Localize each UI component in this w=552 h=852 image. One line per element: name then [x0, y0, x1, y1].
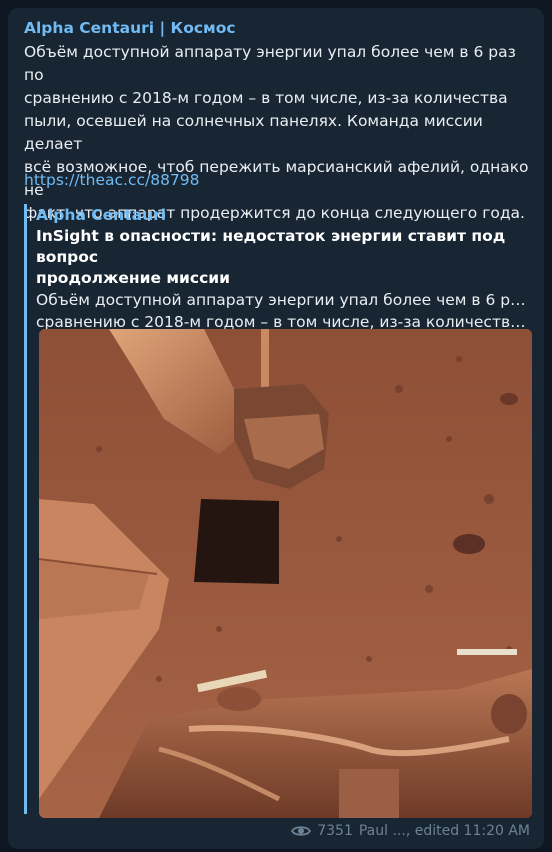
preview-site-name: Alpha Centauri — [36, 206, 167, 224]
mars-lander-photo — [39, 329, 532, 818]
message-bubble: Alpha Centauri | Космос Объём доступной … — [8, 8, 544, 849]
author-time: Paul ..., edited 11:20 AM — [358, 823, 530, 839]
preview-image[interactable] — [39, 329, 532, 818]
preview-desc-line: Объём доступной аппарату энергии упал бо… — [36, 291, 528, 309]
message-meta: 7351 Paul ..., edited 11:20 AM — [291, 823, 530, 839]
view-count: 7351 — [317, 823, 353, 839]
channel-name[interactable]: Alpha Centauri | Космос — [24, 19, 236, 37]
preview-title-line: продолжение миссии — [36, 269, 231, 287]
link-preview[interactable]: Alpha Centauri InSight в опасности: недо… — [24, 204, 532, 818]
post-text-line: сравнению с 2018-м годом – в том числе, … — [24, 89, 508, 107]
preview-title: InSight в опасности: недостаток энергии … — [36, 226, 532, 289]
preview-description: Объём доступной аппарату энергии упал бо… — [36, 289, 528, 333]
post-text-line: пыли, осевшей на солнечных панелях. Кома… — [24, 112, 483, 153]
post-text: Объём доступной аппарату энергии упал бо… — [24, 41, 536, 225]
post-text-line: Объём доступной аппарату энергии упал бо… — [24, 43, 516, 84]
preview-title-line: InSight в опасности: недостаток энергии … — [36, 227, 506, 266]
post-link[interactable]: https://theac.cc/88798 — [24, 171, 200, 189]
eye-icon — [291, 826, 312, 836]
